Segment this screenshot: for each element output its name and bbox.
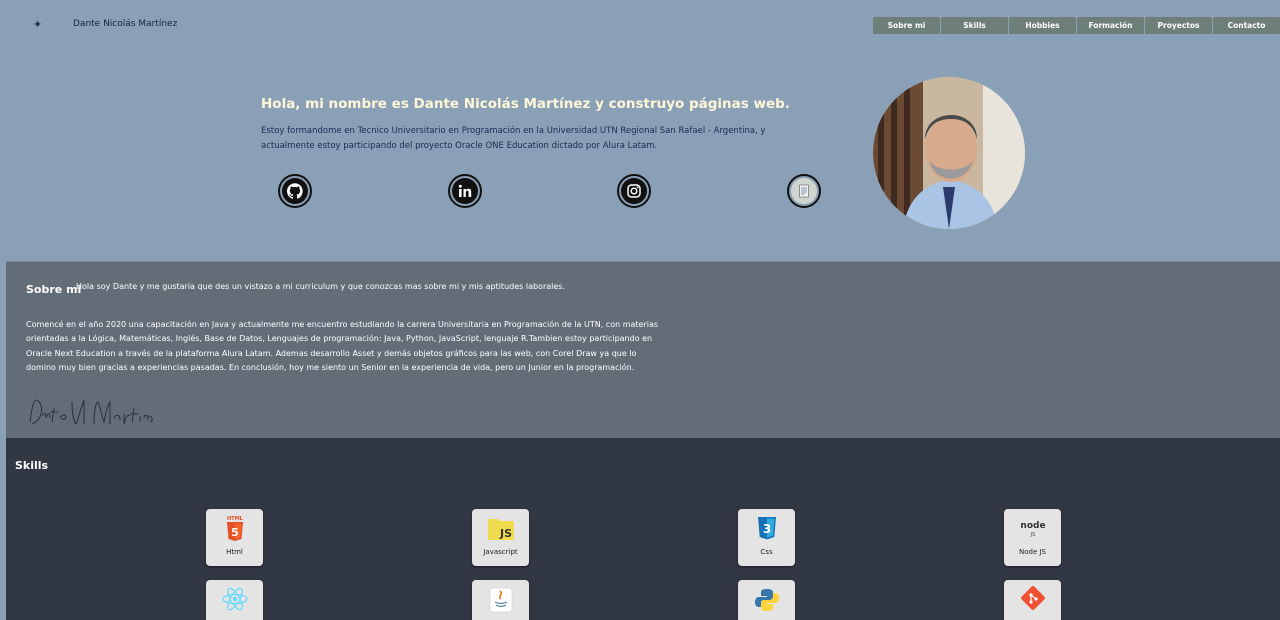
site-header: ✦ Dante Nicolás Martínez Sobre mi Skills…	[0, 0, 1280, 50]
profile-photo	[873, 77, 1025, 229]
svg-text:3: 3	[762, 522, 770, 536]
svg-text:JS: JS	[1029, 532, 1035, 538]
skill-card-java[interactable]	[472, 580, 529, 620]
github-link[interactable]	[278, 174, 312, 208]
nav-item-sobre-mi[interactable]: Sobre mi	[873, 17, 940, 34]
about-heading: Sobre mi	[26, 283, 82, 296]
github-icon	[282, 178, 308, 204]
svg-text:HTML: HTML	[227, 516, 244, 522]
signature-image	[26, 394, 156, 434]
skill-label: Css	[760, 548, 773, 556]
python-icon	[754, 589, 779, 611]
javascript-icon: JS	[487, 519, 514, 540]
instagram-link[interactable]	[617, 174, 651, 208]
linkedin-link[interactable]	[448, 174, 482, 208]
about-body: Comencé en el año 2020 una capacitación …	[26, 320, 659, 373]
nav-item-proyectos[interactable]: Proyectos	[1145, 17, 1212, 34]
skill-card-javascript[interactable]: JS Javascript	[472, 509, 529, 566]
skill-card-css[interactable]: 3 Css	[738, 509, 795, 566]
resume-icon	[791, 178, 817, 204]
java-icon	[489, 587, 512, 613]
react-icon	[221, 587, 248, 611]
skill-card-react[interactable]	[206, 580, 263, 620]
skill-card-git[interactable]	[1004, 580, 1061, 620]
site-name[interactable]: Dante Nicolás Martínez	[73, 19, 177, 29]
nav-item-skills[interactable]: Skills	[941, 17, 1008, 34]
skill-card-html[interactable]: HTML 5 Html	[206, 509, 263, 566]
main-nav: Sobre mi Skills Hobbies Formación Proyec…	[873, 17, 1280, 34]
nav-item-hobbies[interactable]: Hobbies	[1009, 17, 1076, 34]
linkedin-icon	[452, 178, 478, 204]
skills-heading: Skills	[15, 459, 49, 472]
css3-icon: 3	[757, 517, 776, 540]
git-icon	[1020, 586, 1045, 610]
about-intro: Hola soy Dante y me gustaria que des un …	[76, 282, 565, 291]
instagram-icon	[621, 178, 647, 204]
skill-label: Html	[226, 548, 243, 556]
svg-text:node: node	[1020, 521, 1045, 531]
skill-card-nodejs[interactable]: node JS Node JS	[1004, 509, 1061, 566]
skill-card-python[interactable]	[738, 580, 795, 620]
skills-section: Skills HTML 5 Html JS Javascript 3 Css no…	[6, 438, 1280, 620]
resume-link[interactable]	[787, 174, 821, 208]
about-section: Sobre mi Hola soy Dante y me gustaria qu…	[6, 261, 1280, 438]
hero-text: Estoy formandome en Tecnico Universitari…	[261, 126, 766, 151]
hero-title: Hola, mi nombre es Dante Nicolás Martíne…	[261, 96, 790, 112]
nav-item-contacto[interactable]: Contacto	[1213, 17, 1280, 34]
html5-icon: HTML 5	[226, 516, 244, 541]
skill-label: Node JS	[1018, 548, 1046, 556]
sparkle-icon[interactable]: ✦	[33, 18, 47, 32]
svg-text:JS: JS	[498, 527, 511, 540]
svg-text:5: 5	[231, 526, 239, 539]
skill-label: Javascript	[483, 548, 518, 556]
nodejs-icon: nodeJS	[1020, 521, 1045, 538]
nav-item-formacion[interactable]: Formación	[1077, 17, 1144, 34]
